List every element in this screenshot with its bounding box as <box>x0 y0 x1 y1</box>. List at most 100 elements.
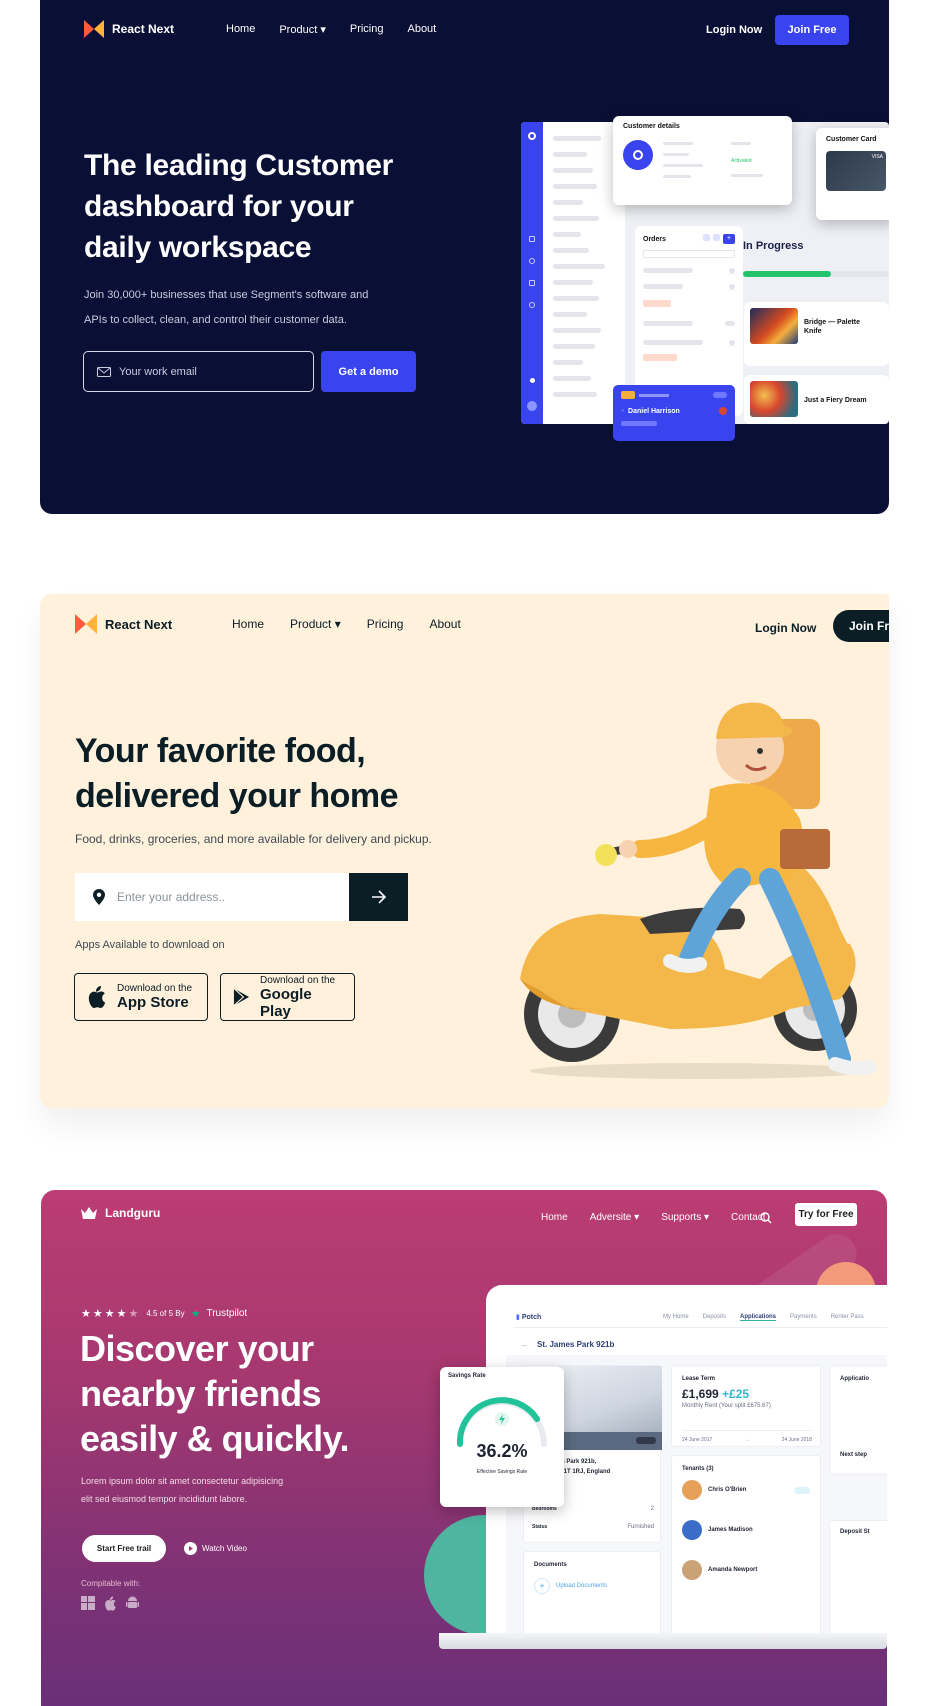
customer-details-title: Customer details <box>623 123 680 130</box>
sidebar-chart-icon <box>529 258 535 264</box>
nav-supports[interactable]: Supports ▾ <box>661 1212 709 1223</box>
card-brand: VISA <box>871 154 883 160</box>
add-order-icon[interactable]: + <box>723 234 735 244</box>
tenant-row[interactable]: Chris O'Brien <box>672 1472 820 1500</box>
get-demo-button[interactable]: Get a demo <box>321 351 416 392</box>
nav-pricing[interactable]: Pricing <box>350 23 384 36</box>
address-submit-button[interactable] <box>349 873 408 921</box>
status-activated: Activated <box>731 158 752 164</box>
nav-about[interactable]: About <box>429 617 460 631</box>
subtext-line-2: APIs to collect, clean, and control thei… <box>84 314 347 326</box>
app-tab-payments[interactable]: Payments <box>790 1314 817 1321</box>
nav-product[interactable]: Product ▾ <box>279 23 326 36</box>
brand-logo[interactable]: Landguru <box>81 1206 160 1220</box>
android-icon <box>126 1596 139 1608</box>
arrow-right-icon <box>371 890 386 904</box>
app-brand: Potch <box>521 1314 542 1321</box>
filter-icon[interactable] <box>703 234 710 241</box>
chevron-down-icon: ▾ <box>704 1212 710 1223</box>
app-tab-my-home[interactable]: My Home <box>663 1314 689 1321</box>
nav-adversite[interactable]: Adversite ▾ <box>590 1212 640 1223</box>
customer-card-title: Customer Card <box>826 136 877 143</box>
rating-text: 4.5 of 5 By <box>146 1309 185 1318</box>
try-for-free-button[interactable]: Try for Free <box>795 1203 857 1226</box>
chevron-down-icon: ▾ <box>320 24 326 36</box>
item1-title-line2: Knife <box>804 328 822 335</box>
headline-line-1: Discover your <box>80 1328 314 1369</box>
headline-line-3: easily & quickly. <box>80 1418 349 1459</box>
sidebar-avatar <box>527 401 537 411</box>
customer-card-panel: Customer Card VISA <box>816 128 889 220</box>
order-item-1[interactable]: Bridge — Palette Knife <box>744 302 889 366</box>
hero-headline: The leading Customer dashboard for your … <box>84 145 393 268</box>
subtext-line-1: Join 30,000+ businesses that use Segment… <box>84 289 369 301</box>
location-pin-icon <box>93 889 105 905</box>
email-field[interactable]: Your work email <box>83 351 314 392</box>
react-next-logo-icon <box>75 614 97 634</box>
apple-icon <box>105 1596 116 1611</box>
app-tab-deposits[interactable]: Deposits <box>703 1314 726 1321</box>
avatar <box>682 1480 702 1500</box>
bedrooms-value: 2 <box>650 1506 654 1512</box>
address-input[interactable]: Enter your address.. <box>75 873 349 921</box>
play-icon <box>184 1542 197 1555</box>
customer-details-card: Customer details Activated <box>613 116 792 205</box>
credit-card-image: VISA <box>826 151 886 191</box>
delivery-scooter-illustration <box>520 702 877 1079</box>
lease-start-date: 24 June 2017 <box>682 1437 713 1443</box>
painting-thumbnail-2 <box>750 381 798 417</box>
app-tab-applications[interactable]: Applications <box>740 1314 777 1321</box>
trustpilot-star-icon: ★ <box>190 1308 201 1320</box>
join-free-button[interactable]: Join Free <box>775 15 849 45</box>
google-play-button[interactable]: Download on the Google Play <box>220 973 355 1021</box>
potch-logo: ▮ Potch <box>516 1314 542 1321</box>
sidebar-message-icon <box>529 280 535 286</box>
headline-line-1: Your favorite food, <box>75 732 366 770</box>
price-value: £1,699 <box>682 1387 719 1401</box>
app-store-button[interactable]: Download on the App Store <box>74 973 208 1021</box>
sidebar-logo-icon <box>528 132 536 140</box>
nav-home[interactable]: Home <box>541 1212 568 1223</box>
main-nav: Home Adversite ▾ Supports ▾ Contact <box>541 1212 766 1223</box>
hero-subtext: Lorem ipsum dolor sit amet consectetur a… <box>81 1472 283 1508</box>
join-free-button[interactable]: Join Free <box>833 610 889 642</box>
google-play-icon <box>233 988 250 1006</box>
headline-line-2: nearby friends <box>80 1373 322 1414</box>
app-store-label: App Store <box>117 994 189 1011</box>
tenants-title: Tenants (3) <box>682 1466 714 1472</box>
orders-title: Orders <box>643 235 666 243</box>
headline-line-2: delivered your home <box>75 777 399 815</box>
deposit-title: Deposit St <box>840 1529 870 1535</box>
envelope-icon <box>97 366 111 377</box>
chevron-down-icon: ▾ <box>634 1212 640 1223</box>
chevron-down-icon: ▾ <box>334 617 341 631</box>
next-step-label: Next step <box>840 1452 868 1458</box>
nav-about[interactable]: About <box>407 23 436 36</box>
search-icon[interactable] <box>760 1212 772 1224</box>
savings-caption: Effective Savings Rate <box>476 1469 528 1475</box>
trustpilot-label: Trustpilot <box>206 1308 248 1319</box>
customer-avatar <box>623 140 653 170</box>
tenant-row[interactable]: Amanda Newport <box>672 1540 820 1580</box>
progress-track <box>743 271 889 277</box>
sort-icon[interactable] <box>713 234 720 241</box>
hero-headline: Discover your nearby friends easily & qu… <box>80 1326 349 1461</box>
brand-logo[interactable]: React Next <box>75 614 172 634</box>
item2-title: Just a Fiery Dream <box>804 397 867 404</box>
nav-pricing[interactable]: Pricing <box>367 617 404 631</box>
watch-video-link[interactable]: Watch Video <box>184 1542 247 1555</box>
upload-documents-button[interactable]: + Upload Documents <box>524 1568 660 1604</box>
login-link[interactable]: Login Now <box>755 621 816 635</box>
login-link[interactable]: Login Now <box>706 24 762 36</box>
tenant-row[interactable]: James Madison <box>672 1500 820 1540</box>
order-item-2[interactable]: Just a Fiery Dream <box>744 375 889 424</box>
start-free-trial-button[interactable]: Start Free trail <box>82 1535 166 1562</box>
nav-home[interactable]: Home <box>226 23 255 36</box>
app-tab-renter-pass[interactable]: Renter Pass <box>831 1314 864 1321</box>
back-arrow-icon[interactable]: ← <box>521 1340 529 1349</box>
nav-product[interactable]: Product ▾ <box>290 617 341 631</box>
brand-logo[interactable]: React Next <box>84 20 174 38</box>
nav-home[interactable]: Home <box>232 617 264 631</box>
lease-title: Lease Term <box>682 1376 715 1382</box>
tenant-name: Amanda Newport <box>708 1567 758 1573</box>
